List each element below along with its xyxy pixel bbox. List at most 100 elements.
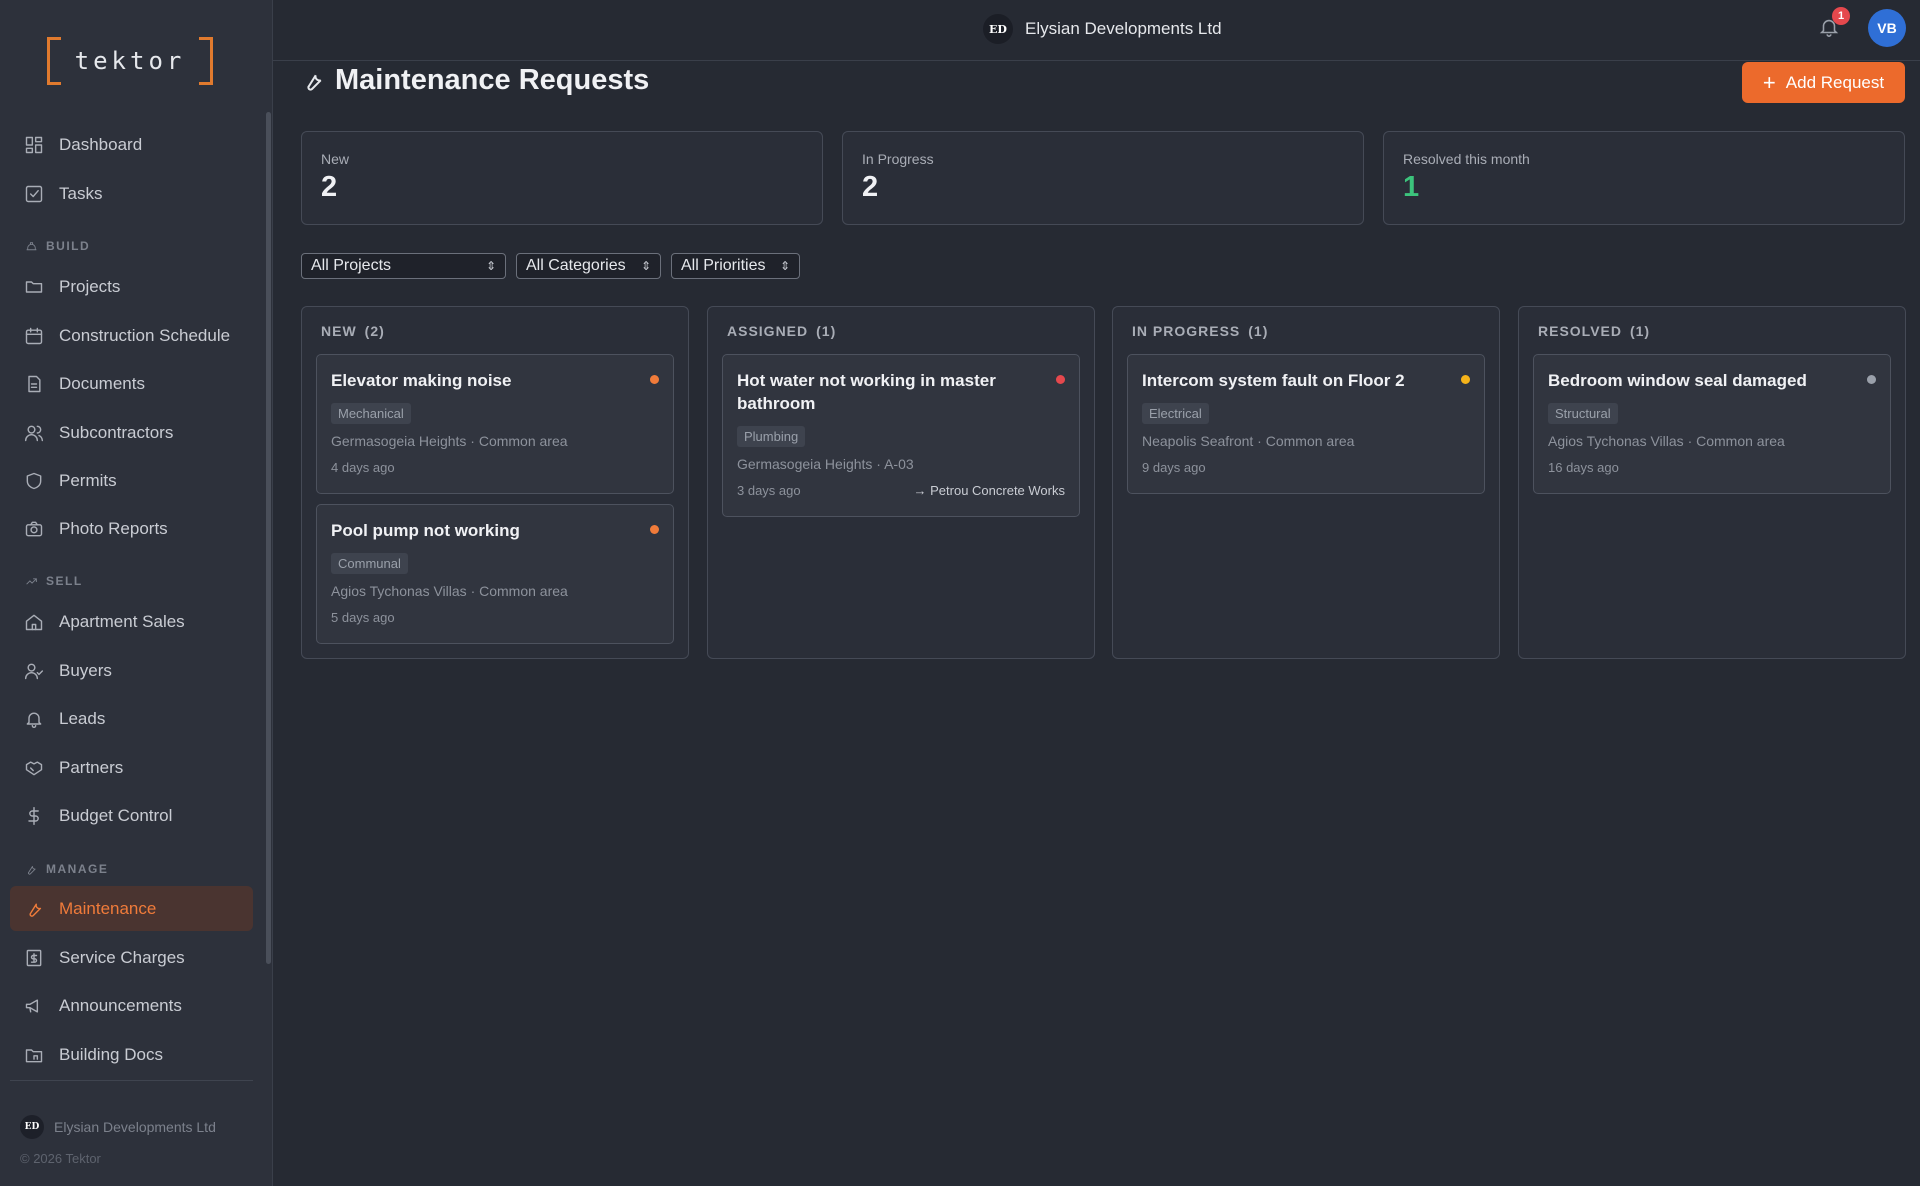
receipt-icon [24, 948, 44, 968]
request-location: Neapolis Seafront · Common area [1142, 433, 1355, 449]
org-logo: ED [983, 14, 1013, 44]
stat-card-new: New 2 [301, 131, 823, 225]
sidebar-scrollbar[interactable] [266, 112, 271, 964]
column-header: IN PROGRESS (1) [1132, 323, 1269, 339]
trend-up-icon [26, 577, 37, 585]
notifications-button[interactable]: 1 [1818, 7, 1850, 40]
sidebar-item-projects[interactable]: Projects [10, 264, 253, 309]
chevron-updown-icon: ⇕ [485, 259, 496, 273]
request-age: 5 days ago [331, 610, 395, 625]
home-icon [24, 612, 44, 632]
request-location: Agios Tychonas Villas · Common area [331, 583, 568, 599]
folder-building-icon [24, 1045, 44, 1065]
users-icon [24, 423, 44, 443]
request-title: Bedroom window seal damaged [1548, 371, 1807, 390]
sidebar-item-label: Tasks [59, 183, 103, 203]
category-tag: Communal [331, 553, 408, 574]
request-card[interactable]: Pool pump not working Communal Agios Tyc… [316, 504, 674, 644]
sidebar-item-label: Maintenance [59, 898, 157, 918]
sidebar-item-photo-reports[interactable]: Photo Reports [10, 506, 253, 551]
sidebar-item-label: Leads [59, 708, 106, 728]
document-icon [24, 374, 44, 394]
request-card[interactable]: Hot water not working in master bathroom… [722, 354, 1080, 517]
sidebar-item-buyers[interactable]: Buyers [10, 648, 253, 693]
sidebar-item-label: Buyers [59, 660, 112, 680]
sidebar-divider [10, 1080, 253, 1081]
sidebar-item-leads[interactable]: Leads [10, 696, 253, 741]
sidebar-item-permits[interactable]: Permits [10, 458, 253, 503]
stat-label: Resolved this month [1403, 151, 1530, 167]
request-card[interactable]: Bedroom window seal damaged Structural A… [1533, 354, 1891, 494]
project-filter-select[interactable]: All Projects ⇕ [301, 253, 506, 279]
wrench-icon [307, 74, 322, 91]
topbar: ED Elysian Developments Ltd 1 VB [273, 0, 1920, 61]
copyright: © 2026 Tektor [20, 1151, 101, 1166]
request-location: Germasogeia Heights · A-03 [737, 456, 914, 472]
request-card[interactable]: Elevator making noise Mechanical Germaso… [316, 354, 674, 494]
stat-value: 1 [1403, 171, 1420, 203]
sidebar: tektor Dashboard Tasks BUILD Projects Co… [0, 0, 273, 1186]
org-name: Elysian Developments Ltd [1025, 19, 1222, 38]
sidebar-item-service-charges[interactable]: Service Charges [10, 935, 253, 980]
notification-badge: 1 [1832, 7, 1850, 25]
sidebar-org[interactable]: ED Elysian Developments Ltd [20, 1115, 216, 1139]
user-avatar[interactable]: VB [1868, 9, 1906, 47]
sidebar-item-announcements[interactable]: Announcements [10, 983, 253, 1028]
request-title: Pool pump not working [331, 521, 520, 540]
request-age: 9 days ago [1142, 460, 1206, 475]
sidebar-item-partners[interactable]: Partners [10, 745, 253, 790]
sidebar-item-label: Service Charges [59, 947, 185, 967]
section-build: BUILD [25, 239, 90, 253]
calendar-icon [24, 326, 44, 346]
sidebar-item-building-docs[interactable]: Building Docs [10, 1032, 253, 1077]
priority-filter-select[interactable]: All Priorities ⇕ [671, 253, 800, 279]
sidebar-item-label: Construction Schedule [59, 325, 231, 345]
handshake-icon [24, 758, 44, 778]
sidebar-item-label: Apartment Sales [59, 611, 185, 631]
shield-icon [24, 471, 44, 491]
request-card[interactable]: Intercom system fault on Floor 2 Electri… [1127, 354, 1485, 494]
chevron-updown-icon: ⇕ [640, 259, 651, 273]
priority-dot [1461, 375, 1470, 384]
page-title: Maintenance Requests [301, 64, 649, 97]
logo-text: tektor [74, 47, 186, 75]
category-filter-value: All Categories [526, 257, 626, 274]
page-title-text: Maintenance Requests [335, 64, 650, 96]
sidebar-item-construction-schedule[interactable]: Construction Schedule [10, 313, 253, 358]
category-tag: Electrical [1142, 403, 1209, 424]
tektor-logo[interactable]: tektor [47, 37, 213, 85]
request-age: 3 days ago [737, 483, 801, 498]
sidebar-item-label: Dashboard [59, 134, 143, 154]
org-switcher[interactable]: ED Elysian Developments Ltd [983, 14, 1222, 44]
sidebar-item-budget-control[interactable]: Budget Control [10, 793, 253, 838]
sidebar-item-dashboard[interactable]: Dashboard [10, 122, 253, 167]
sidebar-item-maintenance[interactable]: Maintenance [10, 886, 253, 931]
sidebar-item-label: Permits [59, 470, 117, 490]
stat-label: In Progress [862, 151, 934, 167]
sidebar-item-documents[interactable]: Documents [10, 361, 253, 406]
sidebar-item-tasks[interactable]: Tasks [10, 171, 253, 216]
sidebar-item-label: Announcements [59, 995, 182, 1015]
sidebar-item-subcontractors[interactable]: Subcontractors [10, 410, 253, 455]
column-assigned: ASSIGNED (1) Hot water not working in mas… [707, 306, 1095, 659]
category-filter-select[interactable]: All Categories ⇕ [516, 253, 661, 279]
sidebar-item-label: Building Docs [59, 1044, 163, 1064]
priority-dot [650, 525, 659, 534]
plus-icon: + [1762, 69, 1776, 95]
project-filter-value: All Projects [311, 257, 392, 274]
assignee: → Petrou Concrete Works [913, 483, 1065, 498]
org-name: Elysian Developments Ltd [54, 1119, 216, 1135]
sidebar-item-label: Projects [59, 276, 121, 296]
priority-dot [650, 375, 659, 384]
stat-label: New [321, 151, 350, 167]
sidebar-item-label: Subcontractors [59, 422, 174, 442]
sidebar-item-apartment-sales[interactable]: Apartment Sales [10, 599, 253, 644]
hard-hat-icon [26, 241, 37, 250]
request-location: Germasogeia Heights · Common area [331, 433, 568, 449]
priority-filter-value: All Priorities [681, 257, 766, 274]
category-tag: Structural [1548, 403, 1618, 424]
dashboard-icon [24, 135, 44, 155]
request-location: Agios Tychonas Villas · Common area [1548, 433, 1785, 449]
stat-card-in-progress: In Progress 2 [842, 131, 1364, 225]
add-request-button[interactable]: + Add Request [1742, 62, 1905, 103]
